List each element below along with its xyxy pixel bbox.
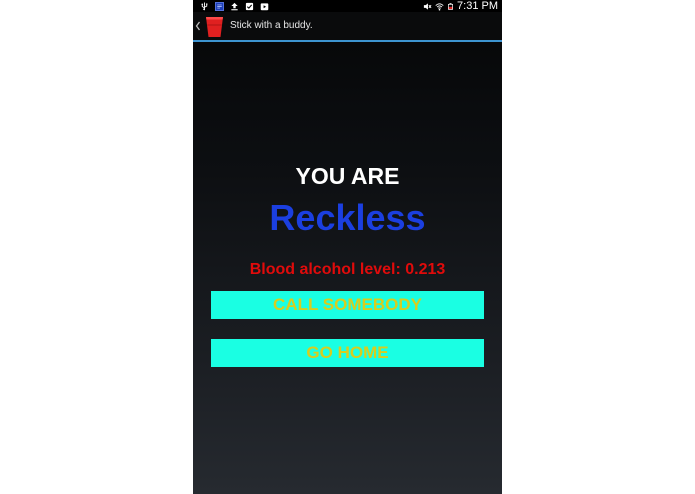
play-store-icon [260,2,269,10]
checklist-icon [245,2,254,10]
usb-icon [201,1,208,10]
notification-icons [200,1,269,11]
clock: 7:31 PM [457,0,498,12]
go-home-button[interactable]: GO HOME [211,339,484,367]
result-heading: YOU ARE [295,163,400,189]
call-somebody-button[interactable]: CALL SOMEBODY [211,291,484,319]
mute-icon [423,2,432,10]
action-bar: Stick with a buddy. [193,12,502,42]
upload-icon [231,2,238,10]
phone-screen: 7:31 PM Stick with a buddy. YOU ARE Reck… [193,0,502,494]
app-notification-icon [215,1,224,11]
battery-icon [448,2,453,10]
blood-alcohol-level: Blood alcohol level: 0.213 [249,261,446,278]
app-title: Stick with a buddy. [230,20,313,31]
system-icons: 7:31 PM [423,0,498,12]
red-cup-icon[interactable] [205,14,224,38]
wifi-icon [435,2,444,11]
status-bar: 7:31 PM [193,0,502,12]
intoxication-status: Reckless [269,197,426,238]
back-chevron-icon[interactable] [195,21,201,31]
